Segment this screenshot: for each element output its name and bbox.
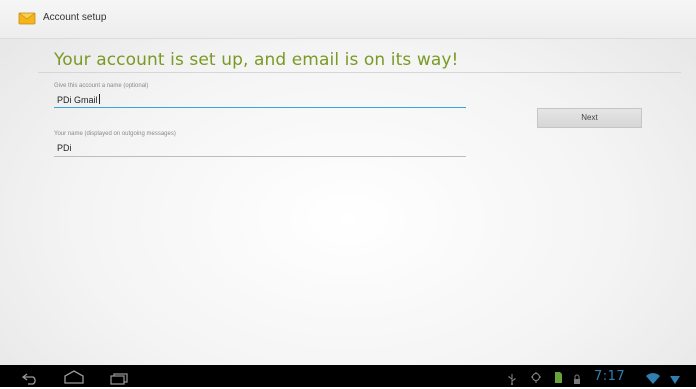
lock-icon [573,370,581,389]
text-cursor [98,94,100,104]
your-name-label: Your name (displayed on outgoing message… [54,131,176,137]
your-name-value: PDi [57,143,72,153]
recent-apps-icon[interactable] [110,370,128,389]
headline-divider [38,72,681,73]
your-name-input[interactable]: PDi [54,141,466,155]
signal-icon [668,370,682,389]
account-name-input[interactable]: PDi Gmail [54,93,466,107]
account-name-label: Give this account a name (optional) [54,83,149,89]
home-icon[interactable] [63,369,85,388]
next-button[interactable]: Next [537,108,642,128]
action-bar: Account setup [0,0,696,39]
system-bar: 7:17 [0,365,696,387]
email-app-icon [18,9,36,25]
back-icon[interactable] [21,370,38,389]
page-headline: Your account is set up, and email is on … [54,50,459,70]
usb-icon [507,370,517,389]
your-name-underline [54,156,466,157]
account-name-value: PDi Gmail [57,95,98,105]
action-bar-title: Account setup [43,12,107,23]
account-name-underline [54,107,466,108]
usb-debug-icon [530,369,542,388]
sd-card-icon [554,369,563,388]
status-clock: 7:17 [594,369,626,384]
screen: Account setup Your account is set up, an… [0,0,696,365]
wifi-icon [645,370,661,389]
